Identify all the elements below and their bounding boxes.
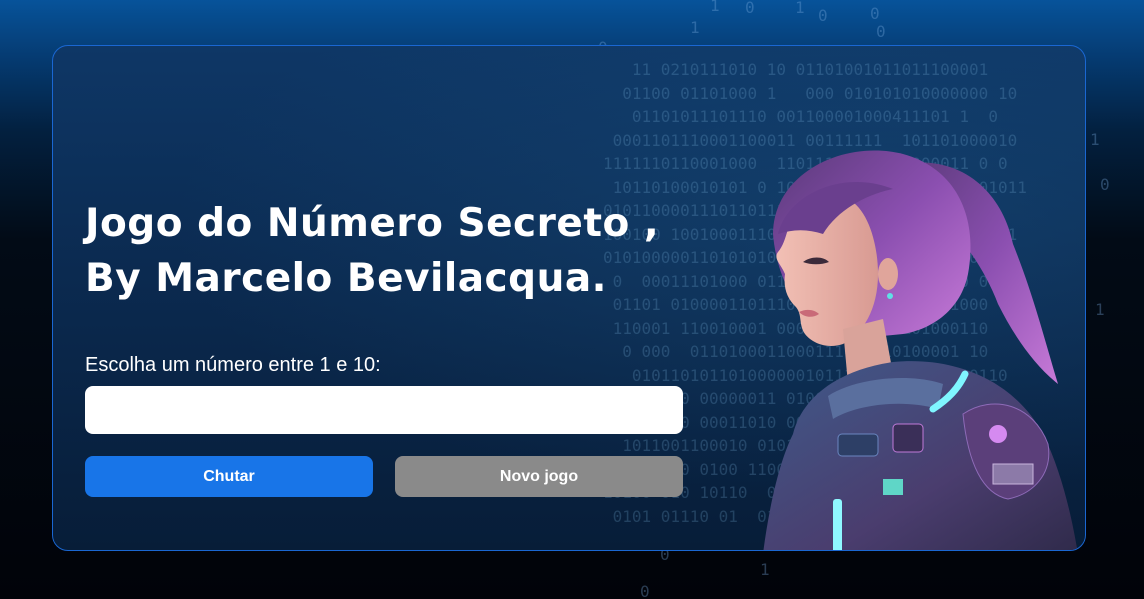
game-info: Jogo do Número Secreto , By Marcelo Bevi… [85, 196, 685, 497]
new-game-button[interactable]: Novo jogo [395, 456, 683, 497]
page-title: Jogo do Número Secreto , By Marcelo Bevi… [85, 196, 685, 306]
number-prompt-label: Escolha um número entre 1 e 10: [85, 354, 381, 376]
guess-number-input[interactable] [85, 386, 683, 434]
title-line-1: Jogo do Número Secreto , [85, 201, 660, 246]
action-buttons: Chutar Novo jogo [85, 456, 685, 497]
guess-button[interactable]: Chutar [85, 456, 373, 497]
game-card: 11 0210111010 10 01101001011011100001 01… [52, 45, 1086, 551]
title-line-2: By Marcelo Bevilacqua. [85, 256, 607, 301]
robot-woman-illustration [763, 150, 1078, 550]
